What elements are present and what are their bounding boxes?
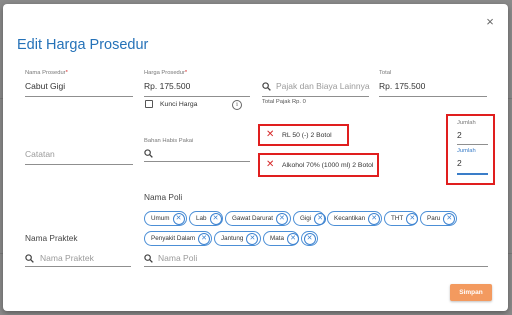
- catatan-input[interactable]: Catatan: [25, 149, 55, 159]
- dialog-title: Edit Harga Prosedur: [17, 37, 149, 53]
- info-icon[interactable]: i: [232, 100, 242, 110]
- kunci-harga-checkbox[interactable]: [145, 100, 153, 108]
- close-icon[interactable]: ×: [484, 15, 496, 28]
- poli-chip-tht[interactable]: THT ✕: [384, 211, 419, 226]
- bahan-search-input[interactable]: [155, 147, 247, 160]
- harga-prosedur-label: Harga Prosedur*: [144, 70, 188, 76]
- close-circle-icon[interactable]: ✕: [275, 212, 288, 225]
- poli-chip-penyakit-dalam[interactable]: Penyakit Dalam ✕: [144, 231, 212, 246]
- search-icon: [25, 254, 34, 263]
- poli-chip-jantung[interactable]: Jantung ✕: [214, 231, 261, 246]
- close-circle-icon[interactable]: ✕: [209, 212, 222, 225]
- search-icon: [262, 82, 271, 91]
- close-circle-icon[interactable]: ✕: [287, 232, 299, 245]
- chip-label: Kecantikan: [334, 215, 366, 222]
- harga-prosedur-underline: [144, 96, 250, 97]
- close-circle-icon[interactable]: ✕: [314, 212, 327, 225]
- nama-prosedur-label: Nama Prosedur*: [25, 70, 68, 76]
- total-value: Rp. 175.500: [379, 81, 426, 91]
- close-circle-icon[interactable]: ✕: [443, 212, 456, 225]
- bahan-item-row: ✕ Alkohol 70% (1000 ml) 2 Botol: [258, 153, 379, 177]
- chip-label: Gawat Darurat: [232, 215, 273, 222]
- close-circle-icon[interactable]: ✕: [303, 232, 316, 245]
- bahan-item-text: RL 50 (-) 2 Botol: [282, 132, 332, 139]
- nama-praktek-underline: [25, 266, 131, 267]
- edit-harga-prosedur-dialog: × Edit Harga Prosedur Nama Prosedur* Cab…: [3, 4, 508, 311]
- chip-label: Jantung: [221, 235, 244, 242]
- poli-chip-lab[interactable]: Lab ✕: [189, 211, 223, 226]
- bahan-item-text: Alkohol 70% (1000 ml) 2 Botol: [282, 162, 374, 169]
- nama-poli-search-input[interactable]: Nama Poli: [158, 253, 197, 263]
- total-pajak-text: Total Pajak Rp. 0: [262, 99, 306, 105]
- poli-chip-gigi[interactable]: Gigi ✕: [293, 211, 327, 226]
- poli-chip-kecantikan[interactable]: Kecantikan ✕: [327, 211, 382, 226]
- nama-prosedur-underline: [25, 96, 133, 97]
- pajak-search-input[interactable]: Pajak dan Biaya Lainnya: [276, 81, 370, 91]
- bahan-underline: [144, 161, 250, 162]
- nama-praktek-search-input[interactable]: Nama Praktek: [40, 253, 94, 263]
- kunci-harga-label: Kunci Harga: [160, 101, 198, 108]
- remove-icon[interactable]: ✕: [266, 160, 274, 170]
- save-button[interactable]: Simpan: [450, 284, 492, 301]
- bahan-label: Bahan Habis Pakai: [144, 138, 194, 144]
- total-label: Total: [379, 70, 392, 76]
- poli-chip-gawat-darurat[interactable]: Gawat Darurat ✕: [225, 211, 291, 226]
- chip-label: Umum: [151, 215, 170, 222]
- close-circle-icon[interactable]: ✕: [172, 212, 185, 225]
- bahan-item-row: ✕ RL 50 (-) 2 Botol: [258, 124, 349, 146]
- chip-label: Mata: [270, 235, 284, 242]
- jumlah-input[interactable]: 2: [457, 130, 462, 140]
- pajak-underline: [262, 96, 369, 97]
- harga-prosedur-input[interactable]: Rp. 175.500: [144, 81, 190, 91]
- nama-prosedur-input[interactable]: Cabut Gigi: [25, 81, 65, 91]
- jumlah-underline: [457, 144, 488, 145]
- close-circle-icon[interactable]: ✕: [198, 232, 211, 245]
- nama-praktek-label: Nama Praktek: [25, 233, 78, 243]
- poli-chip-mata[interactable]: Mata ✕: [263, 231, 299, 246]
- poli-chip-paru[interactable]: Paru ✕: [420, 211, 457, 226]
- chip-label: THT: [391, 215, 404, 222]
- nama-poli-label: Nama Poli: [144, 192, 183, 202]
- jumlah-label: Jumlah: [457, 120, 476, 126]
- jumlah-label: Jumlah: [457, 148, 476, 154]
- jumlah-input[interactable]: 2: [457, 158, 462, 168]
- close-circle-icon[interactable]: ✕: [406, 212, 419, 225]
- chip-label: Penyakit Dalam: [151, 235, 196, 242]
- chip-label: Paru: [427, 215, 441, 222]
- total-underline: [379, 96, 487, 97]
- search-icon: [144, 254, 153, 263]
- catatan-underline: [25, 164, 133, 165]
- poli-chip-empty[interactable]: ✕: [301, 231, 318, 246]
- search-icon: [144, 149, 153, 158]
- poli-chip-umum[interactable]: Umum ✕: [144, 211, 187, 226]
- jumlah-group: Jumlah 2 Jumlah 2: [446, 114, 495, 185]
- nama-poli-underline: [144, 266, 488, 267]
- jumlah-underline-active: [457, 173, 488, 175]
- chip-label: Lab: [196, 215, 207, 222]
- chip-label: Gigi: [300, 215, 312, 222]
- close-circle-icon[interactable]: ✕: [368, 212, 381, 225]
- close-circle-icon[interactable]: ✕: [246, 232, 259, 245]
- remove-icon[interactable]: ✕: [266, 130, 274, 140]
